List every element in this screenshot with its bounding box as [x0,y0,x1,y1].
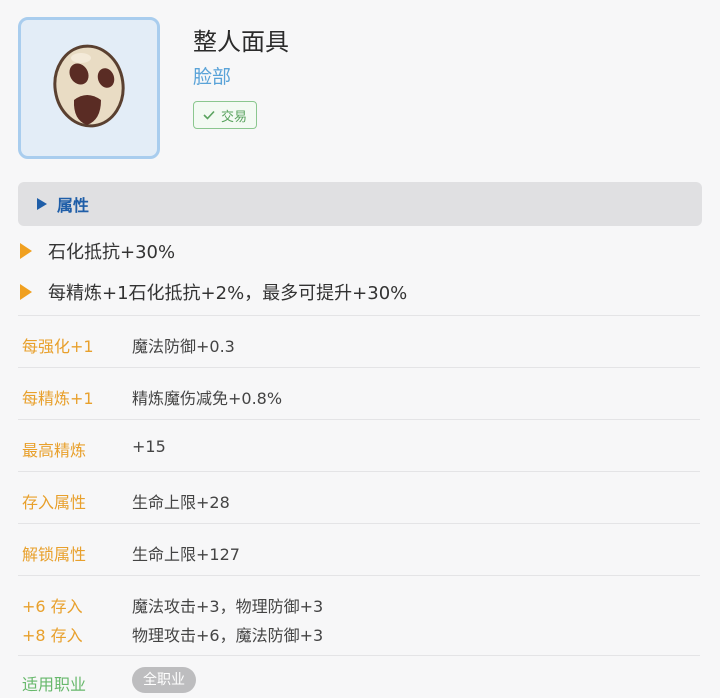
section-label: 属性 [57,196,90,215]
job-tag[interactable]: 全职业 [132,667,196,693]
stat-label: 每强化+1 [22,337,94,356]
deposit-row: +6 存入 魔法攻击+3，物理防御+3 +8 存入 物理攻击+6，魔法防御+3 [18,575,700,656]
attribute-text: 石化抵抗+30% [48,242,176,263]
deposit-value: 魔法攻击+3，物理防御+3 [132,597,324,616]
stat-row: 最高精炼 +15 [18,419,700,472]
item-icon-frame[interactable] [18,17,160,159]
attribute-line: 每精炼+1石化抵抗+2%，最多可提升+30% [20,279,407,305]
trade-badge: 交易 [193,101,258,129]
stat-value: +15 [132,437,166,456]
stat-label: 存入属性 [22,493,87,512]
check-icon [203,110,215,120]
stat-value: 生命上限+28 [132,493,230,512]
stat-label: 最高精炼 [22,441,87,460]
item-header: 整人面具 脸部 交易 [0,0,720,175]
item-slot: 脸部 [193,66,232,88]
attribute-line: 石化抵抗+30% [20,238,175,264]
prank-mask-icon [53,44,125,128]
stat-row: 每强化+1 魔法防御+0.3 [18,315,700,368]
stat-value: 生命上限+127 [132,545,240,564]
stat-row: 存入属性 生命上限+28 [18,471,700,524]
job-label: 适用职业 [22,675,87,694]
attribute-text: 每精炼+1石化抵抗+2%，最多可提升+30% [48,283,408,304]
trade-label: 交易 [221,109,248,125]
deposit-label: +6 存入 [22,597,83,616]
stat-label: 每精炼+1 [22,389,94,408]
stat-value: 魔法防御+0.3 [132,337,235,356]
stat-value: 精炼魔伤减免+0.8% [132,389,283,408]
attributes-section-header[interactable]: 属性 [18,182,702,226]
item-name: 整人面具 [193,28,289,56]
triangle-right-icon [37,198,47,210]
deposit-value: 物理攻击+6，魔法防御+3 [132,626,324,645]
bullet-triangle-icon [20,284,32,300]
bullet-triangle-icon [20,243,32,259]
deposit-label: +8 存入 [22,626,83,645]
job-row: 适用职业 全职业 [18,655,700,698]
stat-row: 解锁属性 生命上限+127 [18,523,700,576]
stat-row: 每精炼+1 精炼魔伤减免+0.8% [18,367,700,420]
stat-label: 解锁属性 [22,545,87,564]
